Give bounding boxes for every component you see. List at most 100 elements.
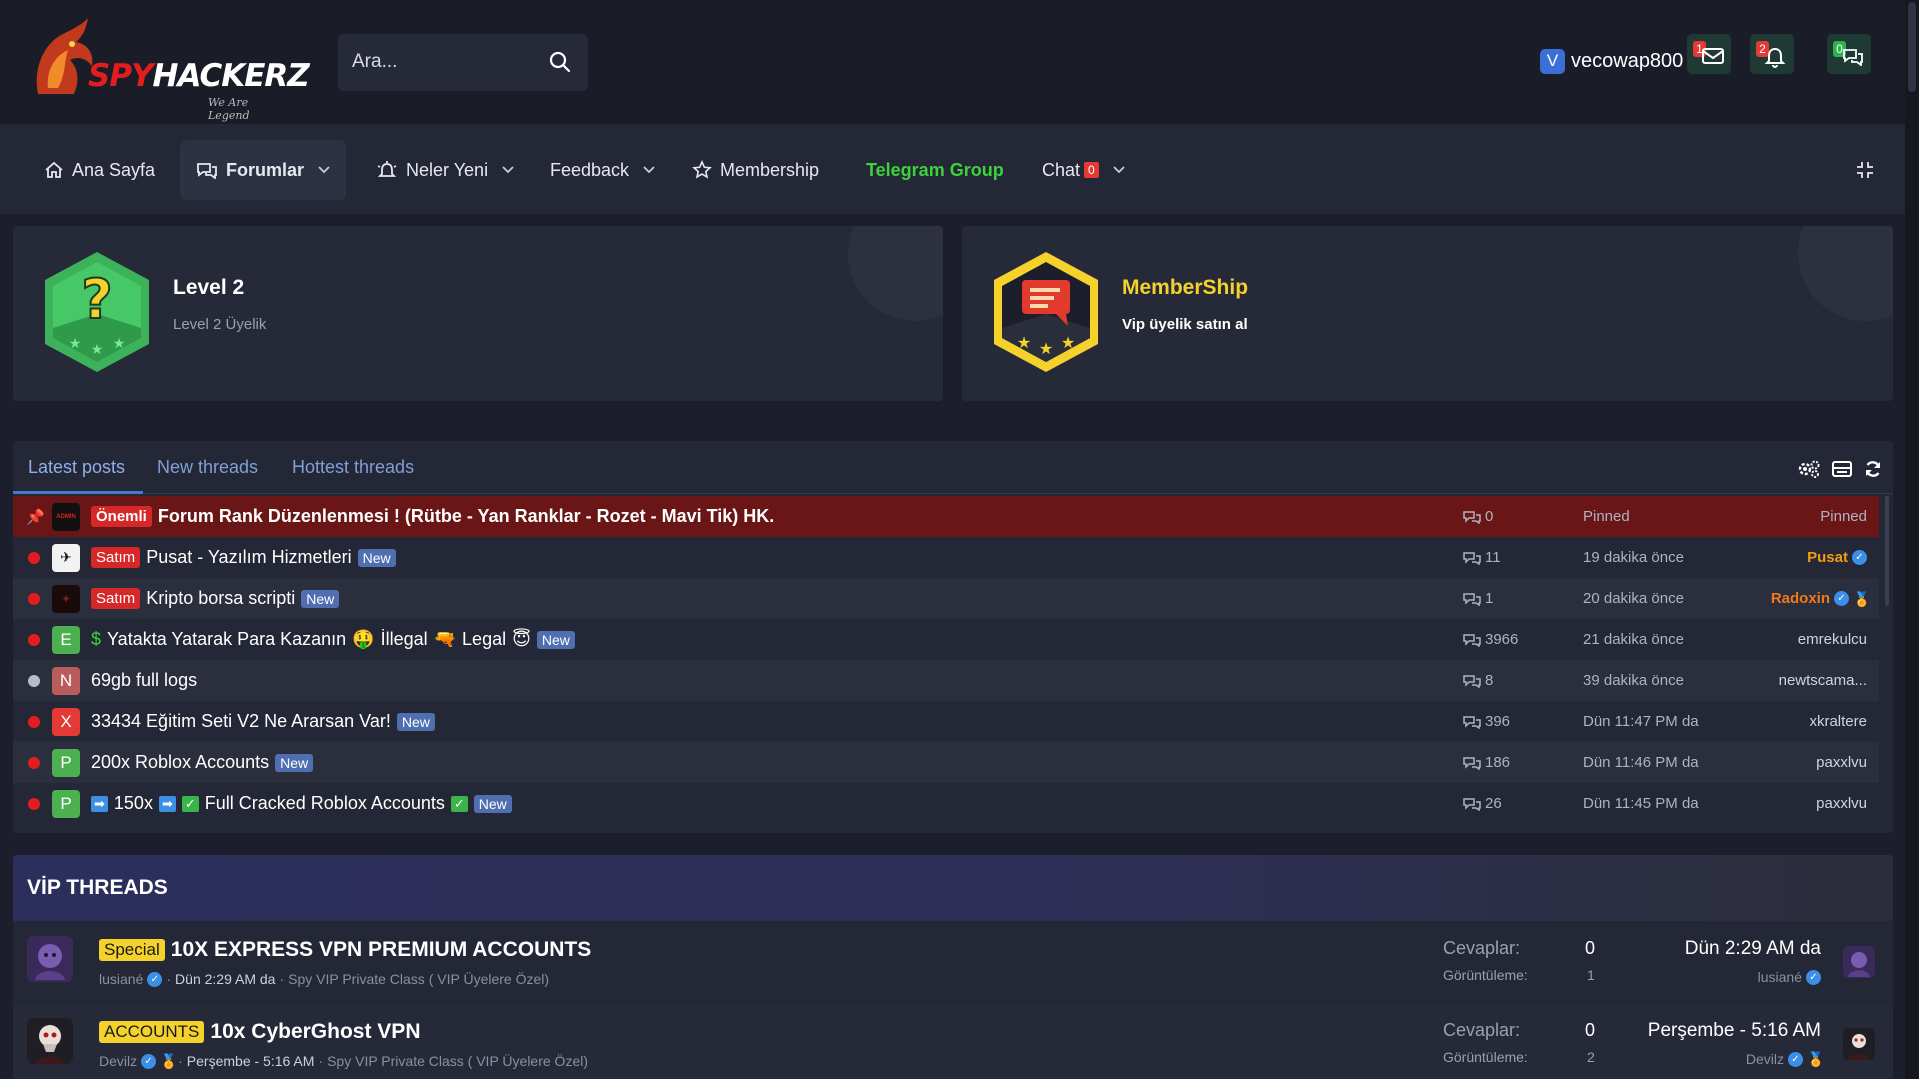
avatar[interactable]: E (52, 625, 80, 654)
user-menu[interactable]: V vecowap800 (1540, 47, 1683, 75)
last-poster-avatar[interactable] (1843, 1028, 1875, 1060)
tab-hottest-threads[interactable]: Hottest threads (292, 457, 414, 478)
arrow-right-icon: ➡ (91, 795, 108, 812)
thread-forum[interactable]: Spy VIP Private Class ( VIP Üyelere Özel… (288, 971, 549, 987)
avatar[interactable]: P (52, 789, 80, 818)
post-row[interactable]: N 69gb full logs 8 39 dakika önce newtsc… (13, 660, 1879, 701)
chevron-down-icon[interactable] (1113, 166, 1125, 174)
comments-icon (1463, 715, 1481, 729)
avatar[interactable]: ✦ (52, 584, 80, 613)
post-title[interactable]: Önemli Forum Rank Düzenlenmesi ! (Rütbe … (91, 506, 774, 527)
last-post-user[interactable]: lusiané ✓ (1758, 969, 1821, 985)
site-logo[interactable]: SPYHACKERZ We Are Legend (28, 14, 310, 122)
new-badge: New (301, 589, 340, 608)
verified-icon: ✓ (1806, 969, 1821, 985)
nav-home[interactable]: Ana Sayfa (28, 140, 171, 200)
post-author[interactable]: paxxlvu (1816, 754, 1867, 771)
post-title[interactable]: ➡ 150x ➡ ✓ Full Cracked Roblox Accounts … (91, 793, 512, 814)
post-title[interactable]: Satım Pusat - Yazılım Hizmetleri New (91, 547, 396, 568)
post-title[interactable]: $ Yatakta Yatarak Para Kazanın 🤑 İllegal… (91, 629, 575, 650)
username[interactable]: vecowap800 (1571, 50, 1683, 73)
post-title[interactable]: Satım Kripto borsa scripti New (91, 588, 340, 609)
prefix-badge: Satım (91, 588, 141, 609)
avatar[interactable]: P (52, 748, 80, 777)
post-author[interactable]: emrekulcu (1798, 631, 1867, 648)
reply-count: 396 (1463, 713, 1510, 730)
vip-threads-list: Special 10X EXPRESS VPN PREMIUM ACCOUNTS… (13, 921, 1893, 1079)
user-avatar[interactable] (27, 936, 73, 982)
thread-author[interactable]: Devilz (99, 1053, 137, 1069)
post-row[interactable]: P ➡ 150x ➡ ✓ Full Cracked Roblox Account… (13, 783, 1879, 824)
avatar[interactable]: ✈ (52, 543, 80, 572)
tab-new-threads[interactable]: New threads (157, 457, 258, 478)
level-card[interactable]: ? ★ ★ ★ Level 2 Level 2 Üyelik (13, 226, 943, 401)
unread-dot (28, 797, 40, 810)
search-box[interactable] (338, 34, 588, 91)
alerts-button[interactable]: 2 (1750, 34, 1794, 74)
svg-text:★: ★ (69, 335, 82, 351)
nav-forums[interactable]: Forumlar (180, 140, 347, 200)
vip-thread-meta: Devilz ✓ 🏅 · Perşembe - 5:16 AM · Spy VI… (99, 1053, 589, 1069)
membership-card[interactable]: ★ ★ ★ MemberShip Vip üyelik satın al (962, 226, 1893, 401)
post-time: 20 dakika önce (1583, 590, 1684, 607)
nav-whats-new[interactable]: Neler Yeni (360, 140, 530, 200)
user-avatar[interactable]: V (1540, 48, 1565, 74)
vip-thread-title[interactable]: ACCOUNTS 10x CyberGhost VPN (99, 1020, 420, 1044)
last-post-user[interactable]: Devilz ✓ 🏅 (1746, 1051, 1825, 1067)
vip-thread-title[interactable]: Special 10X EXPRESS VPN PREMIUM ACCOUNTS (99, 938, 591, 962)
avatar[interactable]: X (52, 707, 80, 736)
post-title[interactable]: 69gb full logs (91, 670, 197, 691)
post-time: Dün 11:45 PM da (1583, 795, 1699, 812)
nav-feedback[interactable]: Feedback (534, 140, 671, 200)
chevron-down-icon[interactable] (318, 166, 330, 174)
post-row[interactable]: ✦ Satım Kripto borsa scripti New 1 20 da… (13, 578, 1879, 619)
replies-value: 0 (1585, 1020, 1596, 1040)
post-author[interactable]: Radoxin ✓ 🏅 (1771, 590, 1871, 607)
post-row[interactable]: ✈ Satım Pusat - Yazılım Hizmetleri New 1… (13, 537, 1879, 578)
user-avatar[interactable] (27, 1018, 73, 1064)
page-scrollbar[interactable] (1905, 0, 1919, 1079)
verified-icon: ✓ (147, 971, 163, 987)
post-author[interactable]: Pusat ✓ (1807, 549, 1867, 566)
last-poster-avatar[interactable] (1843, 946, 1875, 978)
search-icon[interactable] (548, 50, 572, 74)
nav-membership[interactable]: Membership (676, 140, 835, 200)
last-post-date[interactable]: Dün 2:29 AM da (1685, 938, 1821, 960)
level-title: Level 2 (173, 276, 245, 299)
tab-latest-posts[interactable]: Latest posts (28, 457, 125, 478)
post-author[interactable]: paxxlvu (1816, 795, 1867, 812)
envelope-icon (1702, 48, 1724, 64)
thread-author[interactable]: lusiané (99, 971, 143, 987)
nav-chat[interactable]: Chat 0 (1026, 140, 1141, 200)
chevron-down-icon[interactable] (502, 166, 514, 174)
avatar[interactable]: N (52, 666, 80, 695)
inbox-tray-icon[interactable] (1831, 459, 1853, 479)
posts-scrollbar[interactable] (1885, 496, 1889, 606)
thread-forum[interactable]: Spy VIP Private Class ( VIP Üyelere Özel… (327, 1053, 588, 1069)
post-author[interactable]: newtscama... (1779, 672, 1867, 689)
chevron-down-icon[interactable] (643, 166, 655, 174)
nav-telegram[interactable]: Telegram Group (850, 140, 1020, 200)
verified-icon: ✓ (1852, 550, 1867, 565)
money-face-icon: 🤑 (352, 629, 375, 649)
medal-icon: 🏅 (160, 1053, 178, 1069)
inbox-button[interactable]: 1 (1687, 34, 1731, 74)
svg-text:★: ★ (1017, 335, 1031, 352)
vip-thread-row[interactable]: ACCOUNTS 10x CyberGhost VPN Devilz ✓ 🏅 ·… (13, 1003, 1893, 1079)
post-row[interactable]: X 33434 Eğitim Seti V2 Ne Ararsan Var! N… (13, 701, 1879, 742)
settings-gears-icon[interactable] (1797, 459, 1821, 479)
post-title[interactable]: 200x Roblox Accounts New (91, 752, 314, 773)
avatar[interactable]: ADMIN (52, 502, 80, 531)
search-input[interactable] (352, 48, 542, 76)
post-row[interactable]: 📌 ADMIN Önemli Forum Rank Düzenlenmesi !… (13, 496, 1879, 537)
vip-thread-row[interactable]: Special 10X EXPRESS VPN PREMIUM ACCOUNTS… (13, 921, 1893, 1001)
post-title[interactable]: 33434 Eğitim Seti V2 Ne Ararsan Var! New (91, 711, 435, 732)
chat-button[interactable]: 0 (1827, 34, 1871, 74)
last-post-date[interactable]: Perşembe - 5:16 AM (1648, 1020, 1821, 1042)
refresh-icon[interactable] (1863, 459, 1883, 479)
post-author[interactable]: xkraltere (1809, 713, 1867, 730)
compress-icon[interactable] (1855, 160, 1875, 180)
reply-count: 8 (1463, 672, 1493, 689)
post-row[interactable]: E $ Yatakta Yatarak Para Kazanın 🤑 İlleg… (13, 619, 1879, 660)
post-row[interactable]: P 200x Roblox Accounts New 186 Dün 11:46… (13, 742, 1879, 783)
